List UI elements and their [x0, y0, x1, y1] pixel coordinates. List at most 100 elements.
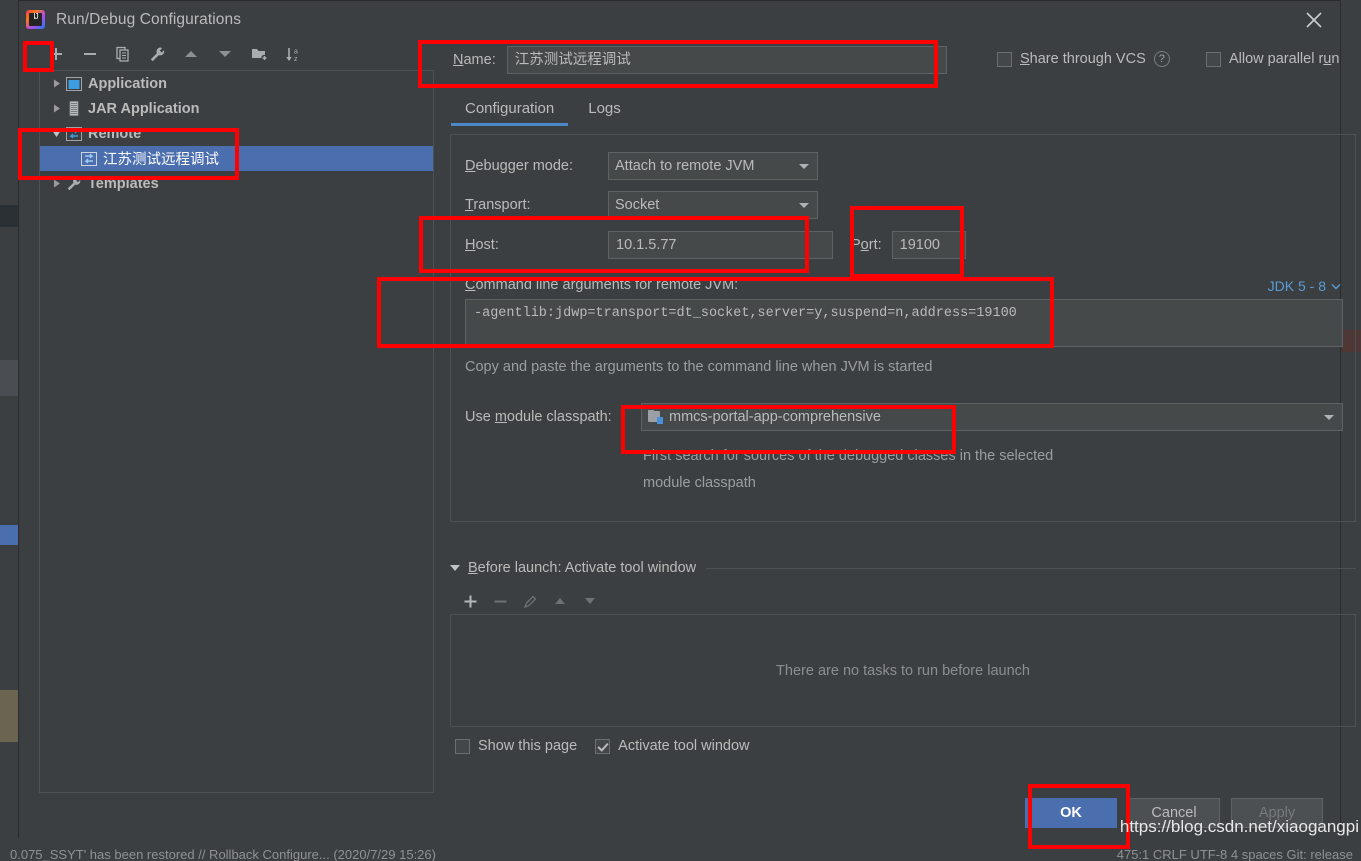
activate-tool-window-label: Activate tool window	[618, 738, 750, 754]
wrench-icon	[66, 176, 88, 192]
name-input[interactable]: 江苏测试远程调试	[506, 46, 947, 74]
jdk-version-label: JDK 5 - 8	[1267, 278, 1326, 294]
activate-tool-window-checkbox[interactable]	[595, 738, 611, 754]
host-row: Host: 10.1.5.77	[465, 231, 833, 259]
name-row: Name: 江苏测试远程调试	[431, 38, 1336, 82]
show-this-page-label: Show this page	[478, 738, 578, 754]
before-launch-remove-button	[487, 588, 513, 614]
add-configuration-button[interactable]	[44, 42, 68, 66]
allow-parallel-run-checkbox[interactable]	[1206, 51, 1221, 67]
question-mark-icon[interactable]: ?	[1153, 51, 1170, 67]
tree-item-label: Remote	[88, 125, 142, 142]
before-launch-title: Before launch: Activate tool window	[468, 560, 697, 576]
remote-icon	[66, 126, 88, 141]
copy-configuration-button[interactable]	[111, 42, 135, 66]
chevron-down-icon	[1324, 415, 1334, 420]
tree-item-label: Templates	[88, 175, 159, 192]
port-input[interactable]: 19100	[891, 231, 966, 259]
chevron-right-icon[interactable]	[46, 79, 66, 88]
module-classpath-value: mmcs-portal-app-comprehensive	[669, 409, 881, 425]
ide-status-bar: 0.075_SSYT' has been restored // Rollbac…	[0, 838, 1361, 861]
activate-tool-window-checkbox-group[interactable]: Activate tool window	[595, 738, 750, 754]
move-down-button[interactable]	[213, 42, 237, 66]
svg-text:z: z	[294, 56, 298, 63]
section-divider	[706, 567, 1356, 569]
tree-item-label: 江苏测试远程调试	[103, 152, 219, 168]
collapse-triangle-icon[interactable]	[450, 565, 460, 571]
new-folder-button[interactable]	[247, 42, 271, 66]
port-label: Port:	[851, 237, 882, 253]
module-classpath-row: Use module classpath: mmcs-portal-app-co…	[465, 403, 1343, 431]
before-launch-add-button[interactable]	[457, 588, 483, 614]
transport-label: Transport:	[465, 197, 531, 213]
tree-item-jar-application[interactable]: JAR Application	[40, 96, 433, 121]
show-this-page-checkbox-group[interactable]: Show this page	[455, 738, 577, 754]
tab-logs[interactable]: Logs	[574, 96, 635, 126]
module-classpath-hint-line2: module classpath	[643, 475, 756, 491]
before-launch-edit-button	[517, 588, 543, 614]
status-bar-right-text: 475:1 CRLF UTF-8 4 spaces Git: release	[1116, 847, 1353, 861]
host-input[interactable]: 10.1.5.77	[608, 231, 833, 259]
remove-configuration-button[interactable]	[78, 42, 102, 66]
share-through-vcs-label: Share through VCS	[1020, 51, 1146, 67]
close-icon[interactable]	[1302, 8, 1326, 32]
status-bar-left-text: 0.075_SSYT' has been restored // Rollbac…	[10, 847, 436, 861]
dialog-title: Run/Debug Configurations	[56, 10, 242, 28]
chevron-down-icon[interactable]	[46, 129, 66, 138]
tab-bar: Configuration Logs	[451, 96, 635, 126]
sort-alpha-icon[interactable]: a z	[281, 42, 305, 66]
svg-text:a: a	[294, 48, 298, 55]
before-launch-move-up-button	[547, 588, 573, 614]
configurations-tree[interactable]: Application JAR Application Remote 江苏测试远…	[39, 70, 434, 793]
before-launch-toolbar	[457, 588, 603, 614]
debugger-mode-value: Attach to remote JVM	[615, 158, 755, 174]
module-classpath-select[interactable]: mmcs-portal-app-comprehensive	[641, 403, 1343, 431]
watermark-text: https://blog.csdn.net/xiaogangpi	[1119, 817, 1359, 836]
configurations-toolbar: a z	[24, 38, 422, 70]
configurations-left-panel: a z Application JAR Application Remote 江…	[24, 38, 434, 861]
intellij-idea-logo-icon: IJ	[26, 10, 45, 29]
tree-item-label: Application	[88, 75, 167, 92]
ide-background-left-sliver	[0, 0, 18, 861]
transport-value: Socket	[615, 197, 660, 213]
debugger-mode-label: Debugger mode:	[465, 158, 574, 174]
before-launch-options: Show this page Activate tool window	[455, 738, 750, 754]
allow-parallel-run-label: Allow parallel run	[1229, 51, 1340, 67]
module-icon	[648, 410, 663, 424]
command-line-arguments-input[interactable]: -agentlib:jdwp=transport=dt_socket,serve…	[465, 299, 1343, 347]
jdk-version-selector[interactable]: JDK 5 - 8	[1268, 278, 1341, 294]
jar-icon	[66, 101, 88, 116]
allow-parallel-run-checkbox-group[interactable]: Allow parallel run	[1206, 51, 1339, 67]
chevron-down-icon	[1331, 283, 1341, 289]
before-launch-task-list[interactable]: There are no tasks to run before launch	[450, 614, 1356, 727]
chevron-down-icon	[799, 203, 809, 208]
chevron-down-icon	[799, 164, 809, 169]
before-launch-empty-text: There are no tasks to run before launch	[776, 662, 1030, 679]
module-classpath-label: Use module classpath:	[465, 409, 612, 425]
tree-item-remote[interactable]: Remote	[40, 121, 433, 146]
tab-configuration[interactable]: Configuration	[451, 96, 569, 126]
before-launch-move-down-button	[577, 588, 603, 614]
share-through-vcs-checkbox[interactable]	[997, 51, 1012, 67]
copy-paste-hint: Copy and paste the arguments to the comm…	[465, 359, 933, 375]
name-label: Name:	[453, 52, 496, 68]
wrench-icon[interactable]	[145, 42, 169, 66]
before-launch-header[interactable]: Before launch: Activate tool window	[450, 560, 1356, 576]
debugger-mode-select[interactable]: Attach to remote JVM	[608, 152, 818, 180]
tree-item-label: JAR Application	[88, 100, 200, 117]
move-up-button[interactable]	[179, 42, 203, 66]
share-through-vcs-checkbox-group[interactable]: Share through VCS ?	[997, 51, 1170, 67]
configuration-right-pane: Name: 江苏测试远程调试 Share through VCS ? Allow…	[431, 38, 1356, 798]
tree-item-application[interactable]: Application	[40, 71, 433, 96]
chevron-right-icon[interactable]	[46, 179, 66, 188]
tree-item-templates[interactable]: Templates	[40, 171, 433, 196]
tree-item-remote-config[interactable]: 江苏测试远程调试	[40, 146, 433, 171]
ok-button[interactable]: OK	[1025, 798, 1117, 828]
screen-root: IJ Run/Debug Configurations a z Applicat…	[0, 0, 1361, 861]
show-this-page-checkbox[interactable]	[455, 738, 470, 754]
configuration-panel: Debugger mode: Attach to remote JVM Tran…	[450, 134, 1356, 522]
transport-select[interactable]: Socket	[608, 191, 818, 219]
debugger-mode-row: Debugger mode: Attach to remote JVM	[465, 152, 818, 180]
dialog-title-bar: IJ Run/Debug Configurations	[19, 1, 1340, 38]
chevron-right-icon[interactable]	[46, 104, 66, 113]
